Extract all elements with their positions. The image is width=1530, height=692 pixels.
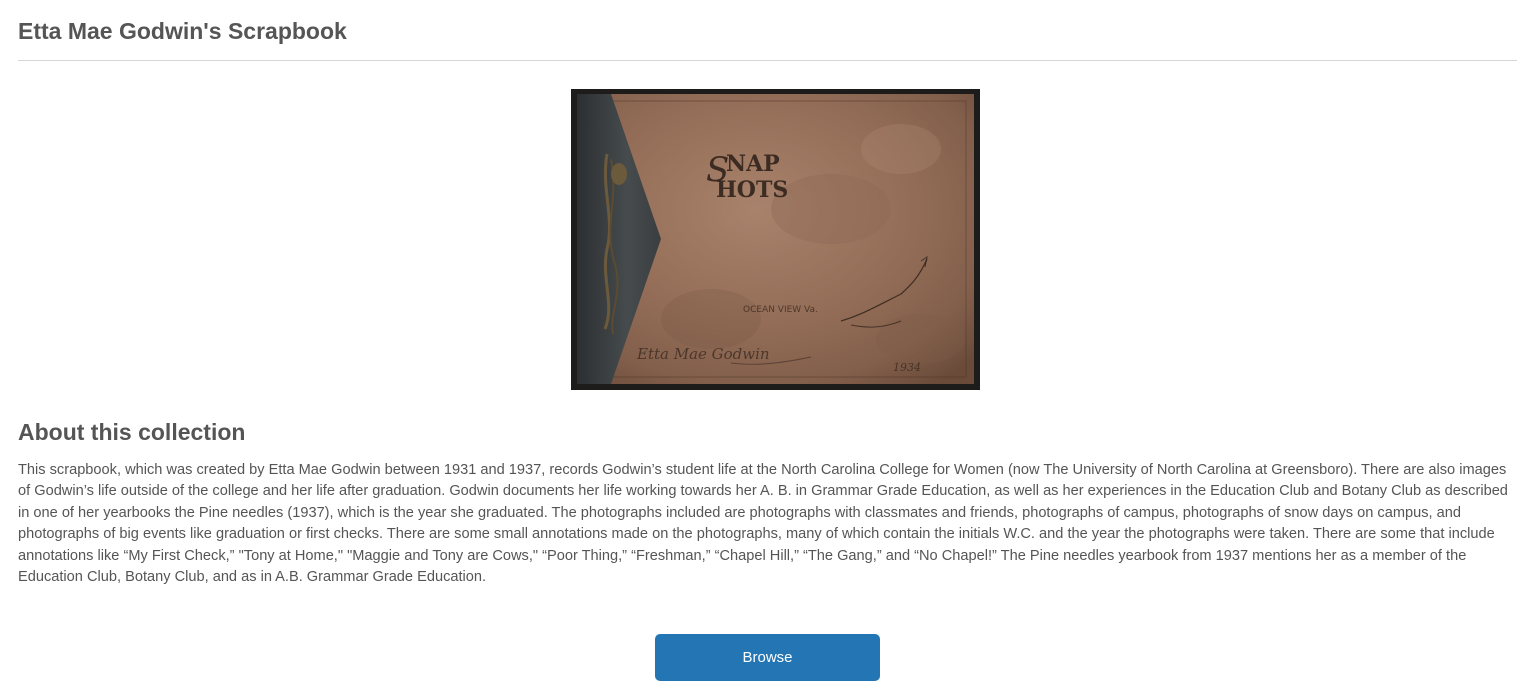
svg-text:Etta Mae Godwin: Etta Mae Godwin bbox=[636, 345, 770, 363]
scrapbook-cover-image: S NAP HOTS OCEAN VIEW Va. Etta Mae Godwi… bbox=[571, 89, 980, 390]
title-divider bbox=[18, 60, 1517, 61]
page-title: Etta Mae Godwin's Scrapbook bbox=[18, 18, 347, 44]
svg-text:OCEAN VIEW Va.: OCEAN VIEW Va. bbox=[743, 305, 818, 315]
svg-text:1934: 1934 bbox=[893, 361, 921, 374]
svg-text:NAP: NAP bbox=[726, 151, 780, 177]
page: Etta Mae Godwin's Scrapbook S NAP HOTS O… bbox=[0, 0, 1530, 692]
about-heading: About this collection bbox=[18, 419, 246, 445]
about-description: This scrapbook, which was created by Ett… bbox=[18, 462, 1508, 586]
svg-text:HOTS: HOTS bbox=[716, 177, 788, 203]
browse-button[interactable]: Browse bbox=[655, 634, 880, 681]
